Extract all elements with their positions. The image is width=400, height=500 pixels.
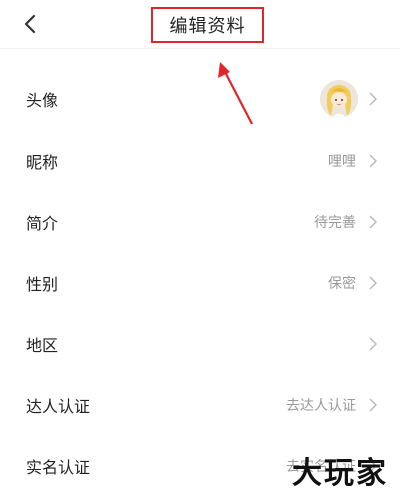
- row-label: 达人认证: [26, 396, 91, 416]
- chevron-left-icon: [24, 14, 36, 34]
- nav-header: 编辑资料: [0, 0, 400, 49]
- avatar[interactable]: [320, 80, 358, 118]
- chevron-right-icon: [369, 215, 377, 228]
- row-label: 头像: [26, 91, 59, 110]
- row-label: 地区: [26, 335, 59, 355]
- watermark-logo: 大玩家: [292, 456, 388, 491]
- row-label: 实名认证: [26, 457, 91, 477]
- row-value: 去达人认证: [286, 397, 356, 414]
- back-button[interactable]: [14, 8, 46, 40]
- row-label: 简介: [26, 213, 59, 233]
- row-label: 性别: [26, 274, 59, 294]
- row-nickname[interactable]: 昵称 哩哩: [0, 130, 400, 191]
- chevron-right-icon: [369, 154, 377, 167]
- chevron-right-icon: [369, 337, 377, 350]
- row-avatar[interactable]: 头像: [0, 68, 400, 130]
- row-value: 保密: [328, 275, 356, 292]
- edit-profile-screen: 编辑资料 头像 昵称 哩哩 简介 待完善 性别 保密 地区 达人认证 去达人认证…: [0, 0, 400, 500]
- avatar-image: [320, 80, 358, 118]
- title-highlight-box: 编辑资料: [151, 7, 264, 43]
- row-value: 哩哩: [328, 153, 356, 170]
- chevron-right-icon: [369, 276, 377, 289]
- row-region[interactable]: 地区: [0, 313, 400, 374]
- row-expert-verification[interactable]: 达人认证 去达人认证: [0, 374, 400, 435]
- chevron-right-icon: [369, 92, 377, 106]
- chevron-right-icon: [369, 398, 377, 411]
- row-gender[interactable]: 性别 保密: [0, 252, 400, 313]
- row-value: 待完善: [314, 214, 356, 231]
- row-label: 昵称: [26, 152, 59, 172]
- profile-field-list: 头像 昵称 哩哩 简介 待完善 性别 保密 地区 达人认证 去达人认证 实名认证…: [0, 68, 400, 496]
- page-title: 编辑资料: [169, 16, 246, 37]
- row-bio[interactable]: 简介 待完善: [0, 191, 400, 252]
